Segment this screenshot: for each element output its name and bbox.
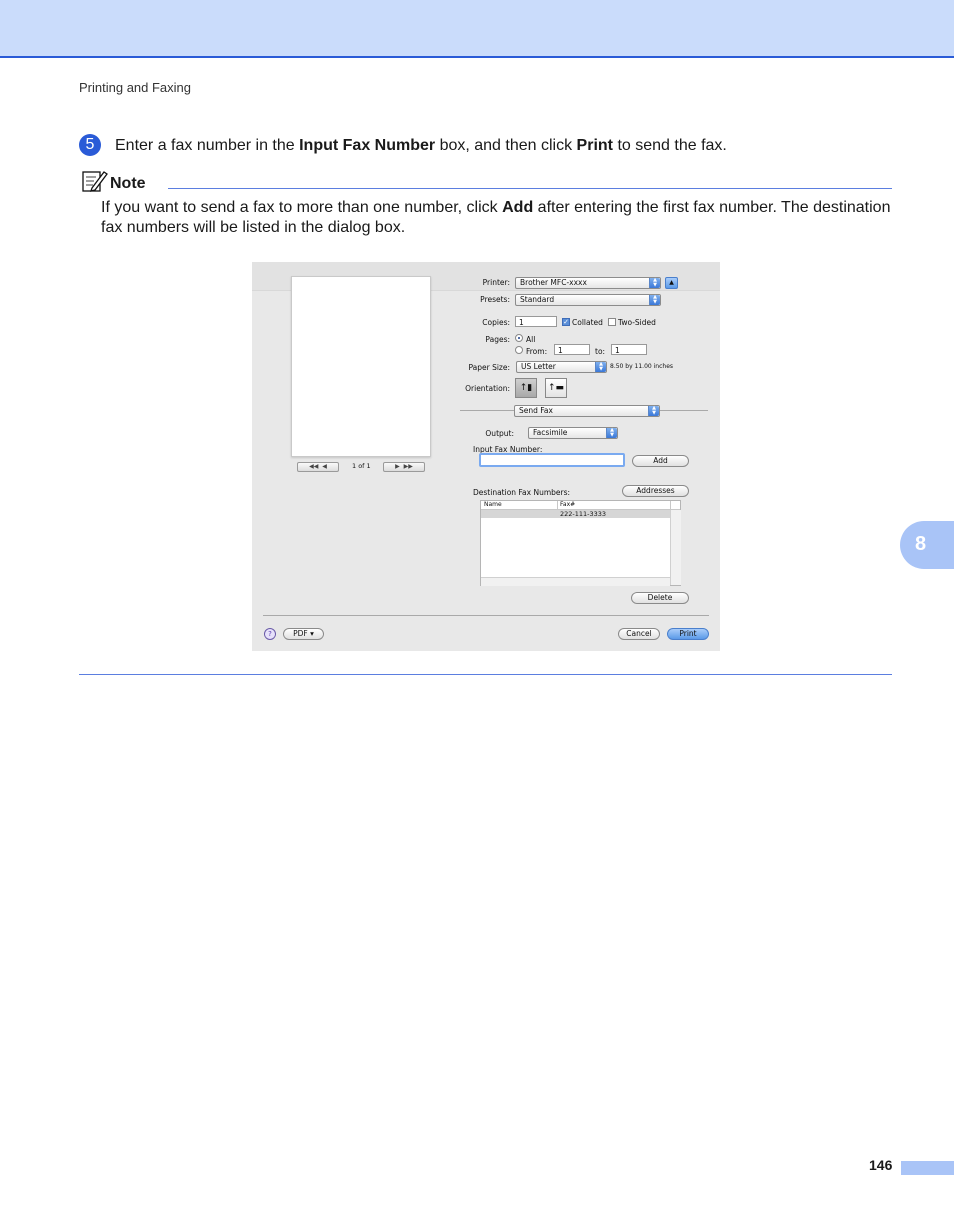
table-scrollbar[interactable] [670, 510, 681, 585]
collated-checkbox[interactable]: ✓ [562, 318, 570, 326]
print-button[interactable]: Print [667, 628, 709, 640]
note-pencil-icon [82, 171, 108, 192]
pages-to-label: to: [595, 347, 606, 356]
pages-to-field[interactable]: 1 [611, 344, 647, 355]
two-sided-checkbox[interactable] [608, 318, 616, 326]
panel-popup[interactable]: Send Fax ▲ ▼ [514, 405, 660, 417]
output-label: Output: [485, 429, 514, 438]
pages-from-field[interactable]: 1 [554, 344, 590, 355]
pages-all-radio[interactable] [515, 334, 523, 342]
print-dialog: ◀◀ ◀ 1 of 1 ▶ ▶▶ Printer: Brother MFC-xx… [252, 262, 720, 651]
chapter-tab: 8 [900, 521, 954, 569]
copies-field[interactable]: 1 [515, 316, 557, 327]
presets-label: Presets: [480, 295, 510, 304]
chapter-number: 8 [915, 533, 927, 555]
preview-page-indicator: 1 of 1 [352, 462, 371, 470]
column-header-fax: Fax# [560, 501, 576, 508]
printer-label: Printer: [482, 278, 510, 287]
destination-fax-table: Name Fax# 222-111-3333 [480, 500, 681, 586]
column-divider [557, 501, 558, 509]
page-preview [291, 276, 431, 457]
landscape-orientation-icon[interactable]: ↑▬ [545, 378, 567, 398]
note-body: If you want to send a fax to more than o… [101, 199, 891, 236]
table-row[interactable]: 222-111-3333 [481, 510, 680, 518]
row-fax: 222-111-3333 [560, 510, 607, 518]
help-icon[interactable]: ? [264, 628, 276, 640]
orientation-label: Orientation: [465, 384, 510, 393]
step-number-badge: 5 [79, 134, 101, 156]
two-sided-label: Two-Sided [618, 318, 656, 327]
popup-arrows-icon: ▲ ▼ [649, 278, 660, 288]
popup-arrows-icon: ▲ ▼ [649, 295, 660, 305]
paper-size-popup[interactable]: US Letter ▲ ▼ [516, 361, 607, 373]
preview-first-prev-buttons[interactable]: ◀◀ ◀ [297, 462, 339, 472]
page-number-bar [901, 1161, 954, 1175]
input-fax-number-field[interactable] [479, 453, 625, 467]
step-instruction: Enter a fax number in the Input Fax Numb… [115, 137, 727, 154]
addresses-button[interactable]: Addresses [622, 485, 689, 497]
output-popup[interactable]: Facsimile ▲ ▼ [528, 427, 618, 439]
note-divider [168, 188, 892, 189]
paper-size-label: Paper Size: [468, 363, 510, 372]
header-band [0, 0, 954, 58]
section-title: Printing and Faxing [79, 80, 192, 95]
popup-arrows-icon: ▲ ▼ [595, 362, 606, 372]
collated-label: Collated [572, 318, 603, 327]
destination-fax-numbers-label: Destination Fax Numbers: [473, 488, 571, 497]
preview-next-last-buttons[interactable]: ▶ ▶▶ [383, 462, 425, 472]
presets-popup[interactable]: Standard ▲ ▼ [515, 294, 661, 306]
column-header-name: Name [484, 501, 502, 508]
panel-separator-right [660, 410, 708, 411]
disclosure-triangle-icon[interactable]: ▲ [665, 277, 678, 289]
popup-arrows-icon: ▲ ▼ [606, 428, 617, 438]
pages-from-radio[interactable] [515, 346, 523, 354]
section-end-divider [79, 674, 892, 675]
cancel-button[interactable]: Cancel [618, 628, 660, 640]
pages-from-label: From: [526, 347, 548, 356]
table-horizontal-scrollbar[interactable] [481, 577, 670, 586]
add-button[interactable]: Add [632, 455, 689, 467]
page-number: 146 [869, 1157, 893, 1173]
popup-arrows-icon: ▲ ▼ [648, 406, 659, 416]
delete-button[interactable]: Delete [631, 592, 689, 604]
table-header: Name Fax# [481, 501, 680, 510]
note-heading: Note [110, 175, 146, 192]
paper-dimensions: 8.50 by 11.00 inches [610, 363, 674, 370]
panel-separator-left [460, 410, 514, 411]
pdf-menu-button[interactable]: PDF ▾ [283, 628, 324, 640]
copies-label: Copies: [482, 318, 510, 327]
column-divider [670, 501, 671, 509]
footer-separator [263, 615, 709, 616]
pages-all-label: All [526, 335, 536, 344]
printer-popup[interactable]: Brother MFC-xxxx ▲ ▼ [515, 277, 661, 289]
portrait-orientation-icon[interactable]: ↑▮ [515, 378, 537, 398]
pages-label: Pages: [485, 335, 510, 344]
